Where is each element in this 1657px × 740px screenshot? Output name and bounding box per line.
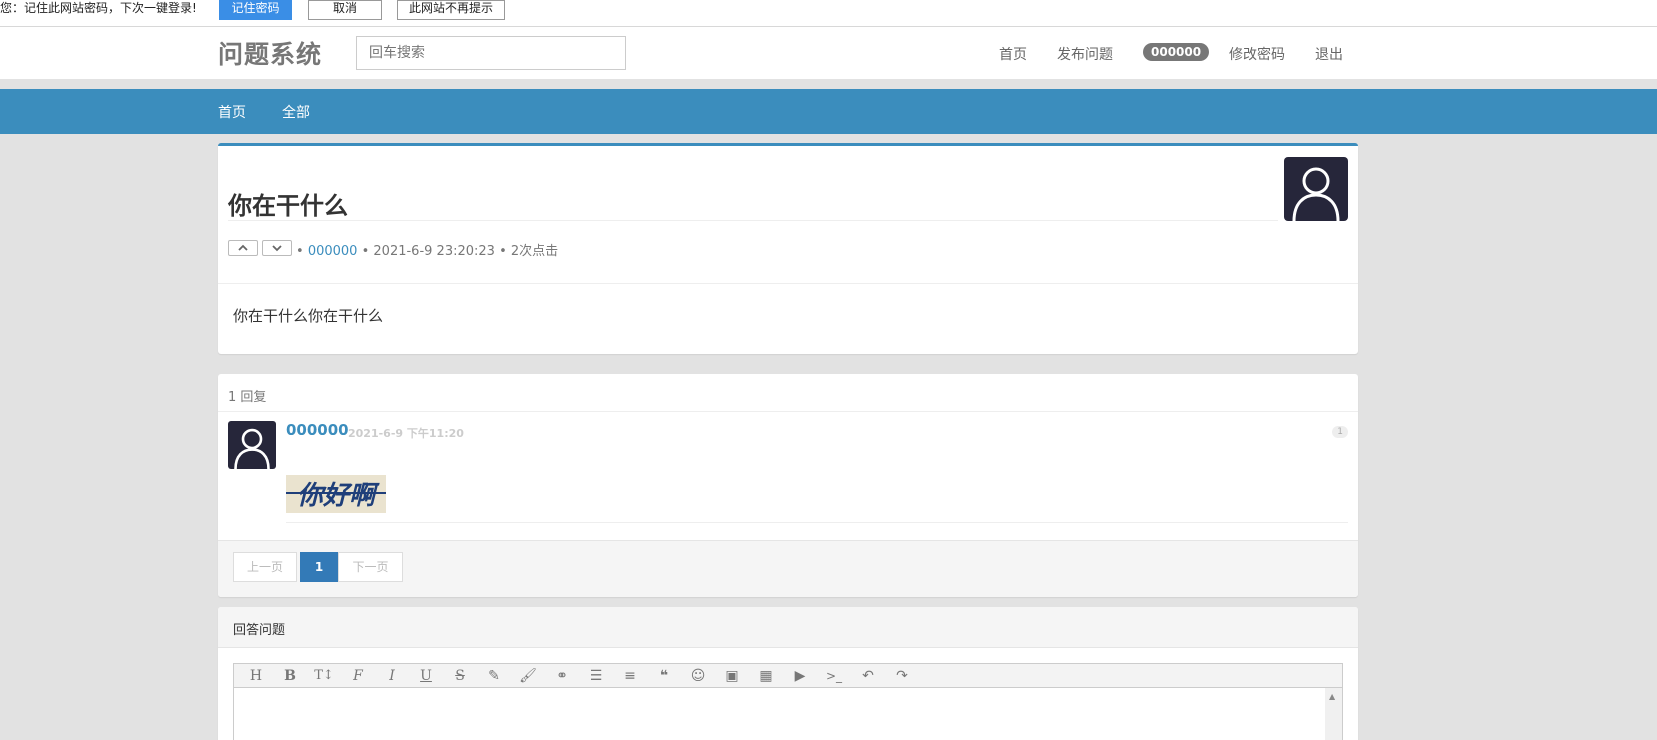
- strikethrough-icon[interactable]: S: [450, 667, 470, 685]
- question-clicks: 2次点击: [510, 244, 559, 259]
- user-avatar-icon: [1292, 167, 1340, 221]
- reply-time: 2021-6-9 下午11:20: [348, 427, 464, 440]
- site-logo[interactable]: 问题系统: [218, 35, 322, 71]
- chevron-down-icon: [272, 245, 282, 252]
- undo-icon[interactable]: ↶: [858, 667, 878, 685]
- quote-icon[interactable]: ❝: [654, 667, 674, 685]
- heading-icon[interactable]: H: [246, 667, 266, 685]
- meta-separator: •: [361, 244, 370, 259]
- editor-toolbar: H B T↕ F I U S ✎ 🖌 ⚭ ☰ ≡ ❝ ☺ ▣ ▦ ▶ >_ ↶ …: [233, 663, 1343, 688]
- italic-icon[interactable]: I: [382, 667, 402, 685]
- replies-card: 1 回复 000000 2021-6-9 下午11:20 1 你好啊 上一页 1…: [218, 374, 1358, 597]
- meta-separator: •: [296, 244, 304, 259]
- text-height-icon[interactable]: T↕: [314, 667, 334, 685]
- nav-home-link[interactable]: 首页: [999, 44, 1027, 64]
- password-save-message: 您：记住此网站密码，下次一键登录!: [0, 1, 197, 15]
- editor-scrollbar[interactable]: ▲: [1325, 688, 1342, 740]
- page-1-button[interactable]: 1: [300, 552, 338, 582]
- font-icon[interactable]: F: [348, 667, 368, 685]
- prev-page-button[interactable]: 上一页: [233, 552, 297, 582]
- question-body: 你在干什么你在干什么: [233, 307, 384, 325]
- avatar[interactable]: [228, 421, 276, 469]
- reply-count: 1 回复: [228, 390, 267, 405]
- question-datetime: 2021-6-9 23:20:23: [373, 244, 495, 259]
- bold-icon[interactable]: B: [280, 667, 300, 685]
- downvote-button[interactable]: [262, 240, 292, 256]
- reply-floor-badge: 1: [1332, 426, 1348, 438]
- image-icon[interactable]: ▣: [722, 667, 742, 685]
- answer-editor[interactable]: ▲: [233, 688, 1343, 740]
- nav-logout-link[interactable]: 退出: [1315, 44, 1343, 64]
- pagination-bar: 上一页 1 下一页: [218, 540, 1358, 597]
- question-meta: • 000000 • 2021-6-9 23:20:23 • 2次点击: [296, 240, 558, 259]
- underline-icon[interactable]: U: [416, 667, 436, 685]
- cancel-button[interactable]: 取消: [308, 0, 382, 20]
- user-avatar-icon: [234, 428, 270, 469]
- align-left-icon[interactable]: ≡: [620, 667, 640, 685]
- table-icon[interactable]: ▦: [756, 667, 776, 685]
- body-divider: [218, 283, 1358, 284]
- scroll-up-arrow-icon[interactable]: ▲: [1329, 692, 1335, 701]
- meta-separator: •: [499, 244, 507, 259]
- redo-icon[interactable]: ↷: [892, 667, 912, 685]
- category-nav: 首页 全部: [0, 89, 1657, 134]
- never-prompt-button[interactable]: 此网站不再提示: [397, 0, 505, 20]
- category-home-link[interactable]: 首页: [218, 102, 246, 122]
- title-divider: [228, 220, 1278, 221]
- nav-post-question-link[interactable]: 发布问题: [1057, 44, 1113, 64]
- brush-icon[interactable]: 🖌: [518, 667, 538, 685]
- avatar[interactable]: [1284, 157, 1348, 221]
- reply-image-graphic: 你好啊: [286, 475, 386, 513]
- search-input[interactable]: [356, 36, 626, 70]
- answer-title: 回答问题: [233, 623, 286, 638]
- eraser-icon[interactable]: ✎: [484, 667, 504, 685]
- reply-author-link[interactable]: 000000: [286, 421, 349, 439]
- site-header: 问题系统 首页 发布问题 000000 修改密码 退出: [0, 27, 1657, 79]
- remember-password-button[interactable]: 记住密码: [219, 0, 292, 20]
- reply-image: 你好啊: [286, 475, 386, 513]
- chevron-up-icon: [238, 244, 248, 251]
- question-title: 你在干什么: [228, 192, 348, 220]
- question-author-link[interactable]: 000000: [308, 244, 358, 259]
- link-icon[interactable]: ⚭: [552, 667, 572, 685]
- answer-card: 回答问题 H B T↕ F I U S ✎ 🖌 ⚭ ☰ ≡ ❝ ☺ ▣ ▦ ▶ …: [218, 607, 1358, 740]
- reply-divider: [286, 522, 1348, 523]
- code-icon[interactable]: >_: [824, 667, 844, 685]
- category-all-link[interactable]: 全部: [282, 102, 310, 122]
- password-save-bar: 您：记住此网站密码，下次一键登录! 记住密码 取消 此网站不再提示: [0, 0, 1657, 27]
- reply-image-text: 你好啊: [297, 481, 380, 511]
- emoji-icon[interactable]: ☺: [688, 667, 708, 685]
- reply-header-divider: [218, 411, 1358, 412]
- next-page-button[interactable]: 下一页: [338, 552, 403, 582]
- question-card: 你在干什么 • 000000 • 2021-6-9 23:20:23 • 2次点…: [218, 143, 1358, 354]
- list-ul-icon[interactable]: ☰: [586, 667, 606, 685]
- upvote-button[interactable]: [228, 240, 258, 256]
- answer-header: 回答问题: [218, 607, 1358, 648]
- nav-change-password-link[interactable]: 修改密码: [1229, 44, 1285, 64]
- user-badge[interactable]: 000000: [1143, 43, 1210, 61]
- video-icon[interactable]: ▶: [790, 667, 810, 685]
